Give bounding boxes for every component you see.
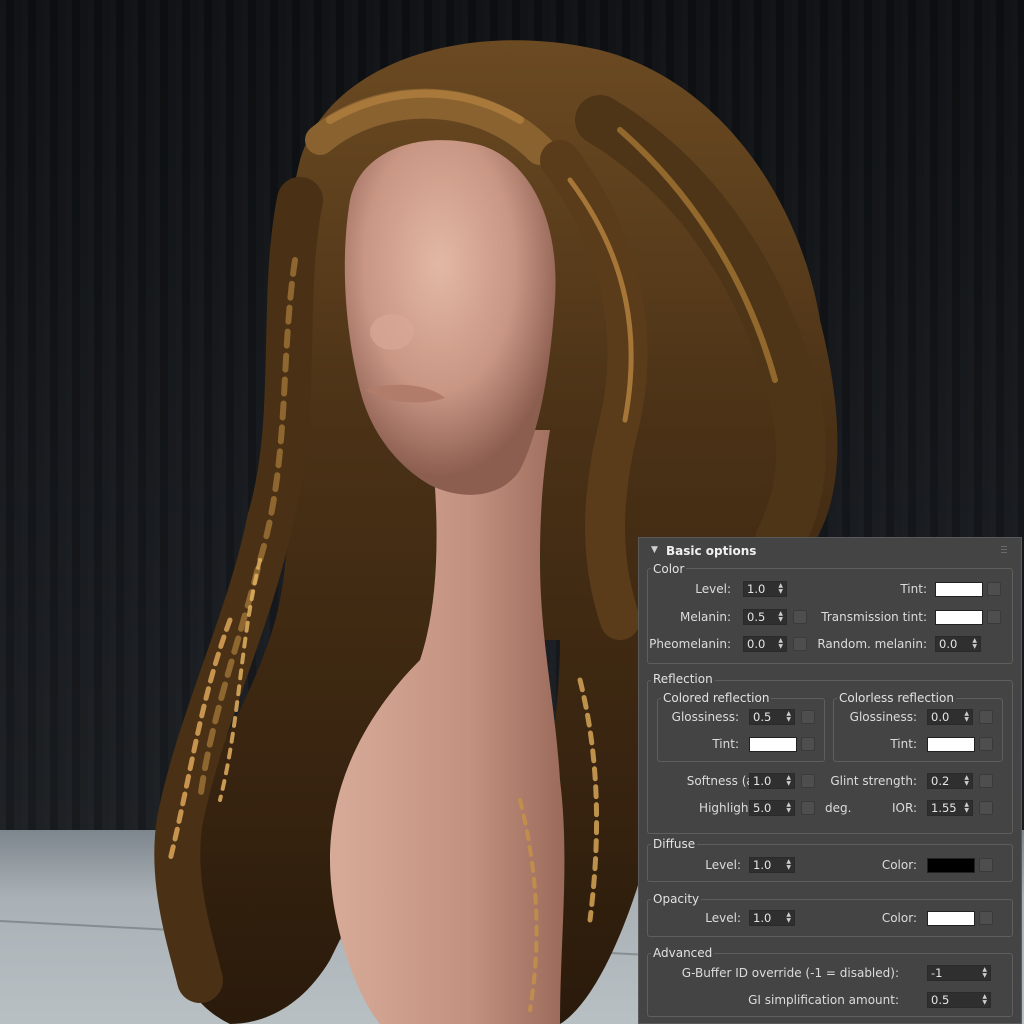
spinner-arrows-icon[interactable]: ▲ ▼ xyxy=(964,802,969,814)
ior-spinner[interactable]: 1.55 ▲ ▼ xyxy=(927,800,973,816)
colorless-tint-swatch[interactable] xyxy=(927,737,975,752)
opacity-level-spinner[interactable]: 1.0 ▲ ▼ xyxy=(749,910,795,926)
spinner-arrows-icon[interactable]: ▲ ▼ xyxy=(972,638,977,650)
melanin-label: Melanin: xyxy=(679,610,731,624)
color-group-label: Color xyxy=(651,562,687,576)
highlight-shift-map-toggle[interactable] xyxy=(801,801,815,815)
colored-tint-swatch[interactable] xyxy=(749,737,797,752)
color-level-spinner[interactable]: 1.0 ▲ ▼ xyxy=(743,581,787,597)
diffuse-color-label: Color: xyxy=(881,858,917,872)
highlight-shift-unit: deg. xyxy=(825,801,852,815)
melanin-spinner[interactable]: 0.5 ▲ ▼ xyxy=(743,609,787,625)
colored-reflection-label: Colored reflection xyxy=(661,691,772,705)
colorless-glossiness-map-toggle[interactable] xyxy=(979,710,993,724)
softness-map-toggle[interactable] xyxy=(801,774,815,788)
melanin-map-toggle[interactable] xyxy=(793,610,807,624)
opacity-color-swatch[interactable] xyxy=(927,911,975,926)
random-melanin-label: Random. melanin: xyxy=(817,637,927,651)
opacity-group-label: Opacity xyxy=(651,892,702,906)
glint-strength-spinner[interactable]: 0.2 ▲ ▼ xyxy=(927,773,973,789)
gi-simplification-label: GI simplification amount: xyxy=(748,993,899,1007)
gbuffer-id-label: G-Buffer ID override (-1 = disabled): xyxy=(681,966,899,980)
colored-reflection-group xyxy=(657,698,825,762)
colorless-tint-label: Tint: xyxy=(890,737,917,751)
softness-spinner[interactable]: 1.0 ▲ ▼ xyxy=(749,773,795,789)
colorless-tint-map-toggle[interactable] xyxy=(979,737,993,751)
rollout-header[interactable]: ▼ Basic options xyxy=(639,538,1021,562)
random-melanin-spinner[interactable]: 0.0 ▲ ▼ xyxy=(935,636,981,652)
advanced-group-label: Advanced xyxy=(651,946,715,960)
diffuse-color-map-toggle[interactable] xyxy=(979,858,993,872)
basic-options-rollout: ▼ Basic options Color Level: 1.0 ▲ ▼ Tint… xyxy=(638,537,1022,1024)
tint-swatch[interactable] xyxy=(935,582,983,597)
opacity-color-map-toggle[interactable] xyxy=(979,911,993,925)
spinner-arrows-icon[interactable]: ▲ ▼ xyxy=(778,583,783,595)
reflection-group-label: Reflection xyxy=(651,672,715,686)
colorless-glossiness-spinner[interactable]: 0.0 ▲ ▼ xyxy=(927,709,973,725)
spinner-arrows-icon[interactable]: ▲ ▼ xyxy=(786,711,791,723)
spinner-arrows-icon[interactable]: ▲ ▼ xyxy=(786,912,791,924)
transmission-tint-label: Transmission tint: xyxy=(821,610,927,624)
colored-glossiness-spinner[interactable]: 0.5 ▲ ▼ xyxy=(749,709,795,725)
colored-tint-map-toggle[interactable] xyxy=(801,737,815,751)
colored-tint-label: Tint: xyxy=(712,737,739,751)
colored-glossiness-map-toggle[interactable] xyxy=(801,710,815,724)
glint-strength-map-toggle[interactable] xyxy=(979,774,993,788)
spinner-arrows-icon[interactable]: ▲ ▼ xyxy=(786,859,791,871)
diffuse-level-label: Level: xyxy=(705,858,741,872)
colorless-reflection-label: Colorless reflection xyxy=(837,691,956,705)
spinner-arrows-icon[interactable]: ▲ ▼ xyxy=(964,775,969,787)
tint-map-toggle[interactable] xyxy=(987,582,1001,596)
gbuffer-id-spinner[interactable]: -1 ▲ ▼ xyxy=(927,965,991,981)
diffuse-group-label: Diffuse xyxy=(651,837,698,851)
diffuse-color-swatch[interactable] xyxy=(927,858,975,873)
rollout-title: Basic options xyxy=(666,544,757,558)
pheomelanin-label: Pheomelanin: xyxy=(649,637,731,651)
pheomelanin-spinner[interactable]: 0.0 ▲ ▼ xyxy=(743,636,787,652)
drag-grip-icon[interactable] xyxy=(1001,546,1007,553)
ior-label: IOR: xyxy=(892,801,917,815)
gi-simplification-spinner[interactable]: 0.5 ▲ ▼ xyxy=(927,992,991,1008)
triangle-down-icon[interactable]: ▼ xyxy=(651,545,658,555)
pheomelanin-map-toggle[interactable] xyxy=(793,637,807,651)
ior-map-toggle[interactable] xyxy=(979,801,993,815)
spinner-arrows-icon[interactable]: ▲ ▼ xyxy=(964,711,969,723)
spinner-arrows-icon[interactable]: ▲ ▼ xyxy=(786,802,791,814)
transmission-tint-swatch[interactable] xyxy=(935,610,983,625)
spinner-arrows-icon[interactable]: ▲ ▼ xyxy=(982,967,987,979)
colorless-reflection-group xyxy=(833,698,1003,762)
glint-strength-label: Glint strength: xyxy=(830,774,917,788)
spinner-arrows-icon[interactable]: ▲ ▼ xyxy=(778,638,783,650)
spinner-arrows-icon[interactable]: ▲ ▼ xyxy=(982,994,987,1006)
colored-glossiness-label: Glossiness: xyxy=(671,710,739,724)
colorless-glossiness-label: Glossiness: xyxy=(849,710,917,724)
opacity-color-label: Color: xyxy=(881,911,917,925)
opacity-level-label: Level: xyxy=(705,911,741,925)
spinner-arrows-icon[interactable]: ▲ ▼ xyxy=(778,611,783,623)
highlight-shift-spinner[interactable]: 5.0 ▲ ▼ xyxy=(749,800,795,816)
color-level-label: Level: xyxy=(695,582,731,596)
spinner-arrows-icon[interactable]: ▲ ▼ xyxy=(786,775,791,787)
tint-label: Tint: xyxy=(900,582,927,596)
transmission-tint-map-toggle[interactable] xyxy=(987,610,1001,624)
diffuse-level-spinner[interactable]: 1.0 ▲ ▼ xyxy=(749,857,795,873)
